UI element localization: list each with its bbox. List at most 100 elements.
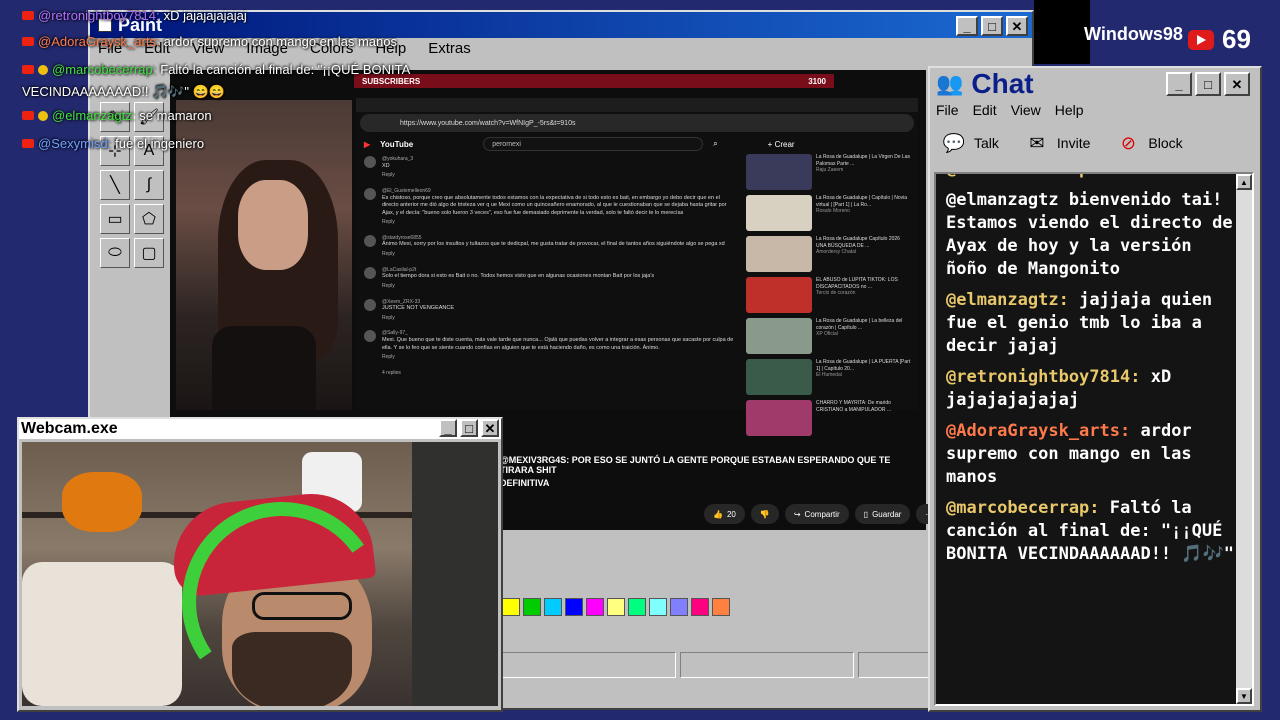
talk-button[interactable]: 💬 Talk xyxy=(942,131,999,155)
palette-swatch[interactable] xyxy=(712,598,730,616)
chat-menu-edit[interactable]: Edit xyxy=(973,102,997,118)
chat-menu-view[interactable]: View xyxy=(1011,102,1041,118)
paint-close-button[interactable]: ✕ xyxy=(1006,16,1028,36)
youtube-icon xyxy=(22,37,34,46)
chat-maximize-button[interactable]: □ xyxy=(1195,72,1221,96)
recommendation-item[interactable]: EL ABUSO de LUPITA TIKTOK: LOS DISCAPACI… xyxy=(746,277,911,313)
chat-messages-panel[interactable]: @marcobecerrap: @elmanzagtz bienvenido t… xyxy=(934,172,1254,706)
comment-user[interactable]: @El_Gustemelleon69 xyxy=(382,188,734,195)
avatar[interactable] xyxy=(364,298,376,311)
recommendation-title[interactable]: La Rosa de Guadalupe | Capítulo | Novia … xyxy=(816,195,911,208)
replies-toggle[interactable]: 4 replies xyxy=(382,370,734,376)
comment-user[interactable]: @LaCasilal-p2t xyxy=(382,267,654,274)
chat-message-user[interactable]: @AdoraGraysk_arts: xyxy=(946,421,1130,441)
create-button[interactable]: + Crear xyxy=(768,140,795,149)
paint-maximize-button[interactable]: □ xyxy=(981,16,1003,36)
browser-url-bar[interactable]: https://www.youtube.com/watch?v=WfNIgP_-… xyxy=(360,114,914,132)
save-button[interactable]: ▯ Guardar xyxy=(854,504,911,524)
video-thumbnail[interactable] xyxy=(746,195,812,231)
reply-button[interactable]: Reply xyxy=(382,219,734,226)
youtube-search-icon[interactable]: ⌕ xyxy=(713,139,717,149)
avatar[interactable] xyxy=(364,234,376,247)
ellipse-tool-icon[interactable]: ⬭ xyxy=(100,238,130,268)
palette-swatch[interactable] xyxy=(628,598,646,616)
webcam-window[interactable]: Webcam.exe _ □ ✕ xyxy=(17,417,503,712)
chat-window[interactable]: 👥 Chat _ □ ✕ File Edit View Help 💬 Talk … xyxy=(928,66,1262,712)
overlay-chat-text: se mamaron xyxy=(139,108,212,123)
line-tool-icon[interactable]: ╲ xyxy=(100,170,130,200)
chat-message-user[interactable]: @retronightboy7814: xyxy=(946,367,1140,387)
reply-button[interactable]: Reply xyxy=(382,283,654,290)
paint-menu-extras[interactable]: Extras xyxy=(428,40,471,57)
dislike-button[interactable]: 👎 xyxy=(750,504,779,524)
comment-user[interactable]: @Sally-97_ xyxy=(382,330,734,337)
palette-swatch[interactable] xyxy=(544,598,562,616)
recommendation-title[interactable]: CHARRO Y MAYRITA: De marido CRISTIANO a … xyxy=(816,400,911,413)
subscribers-label: SUBSCRIBERS xyxy=(362,76,421,86)
youtube-logo-icon[interactable]: ▶ xyxy=(364,140,370,149)
scroll-up-icon[interactable]: ▲ xyxy=(1236,174,1252,190)
chat-menu-help[interactable]: Help xyxy=(1055,102,1084,118)
palette-swatch[interactable] xyxy=(670,598,688,616)
paint-color-palette xyxy=(502,598,730,616)
reply-button[interactable]: Reply xyxy=(382,172,413,179)
avatar[interactable] xyxy=(364,330,376,343)
chat-message-user[interactable]: @elmanzagtz: xyxy=(946,290,1069,310)
palette-swatch[interactable] xyxy=(565,598,583,616)
webcam-titlebar[interactable]: Webcam.exe xyxy=(19,419,501,439)
chat-scrollbar[interactable]: ▲ ▼ xyxy=(1236,174,1252,704)
reply-button[interactable]: Reply xyxy=(382,315,454,322)
recommendation-title[interactable]: La Rosa de Guadalupe | La belleza del co… xyxy=(816,318,911,331)
chat-close-button[interactable]: ✕ xyxy=(1224,72,1250,96)
video-thumbnail[interactable] xyxy=(746,154,812,190)
recommendation-item[interactable]: CHARRO Y MAYRITA: De marido CRISTIANO a … xyxy=(746,400,911,436)
webcam-close-button[interactable]: ✕ xyxy=(481,419,499,437)
palette-swatch[interactable] xyxy=(691,598,709,616)
chat-title-text: Chat xyxy=(971,68,1034,99)
invite-button[interactable]: ✉ Invite xyxy=(1025,131,1090,155)
palette-swatch[interactable] xyxy=(607,598,625,616)
reply-button[interactable]: Reply xyxy=(382,251,725,258)
chat-menu-file[interactable]: File xyxy=(936,102,959,118)
chat-message-user[interactable]: @marcobecerrap: xyxy=(946,174,1100,179)
recommendation-title[interactable]: EL ABUSO de LUPITA TIKTOK: LOS DISCAPACI… xyxy=(816,277,911,290)
palette-swatch[interactable] xyxy=(502,598,520,616)
recommendation-item[interactable]: La Rosa de Guadalupe Capítulo 2026 UNA B… xyxy=(746,236,911,272)
share-button[interactable]: ↪ Compartir xyxy=(784,504,849,524)
video-thumbnail[interactable] xyxy=(746,359,812,395)
recommendation-title[interactable]: La Rosa de Guadalupe | La Virgen De Las … xyxy=(816,154,911,167)
recommendation-item[interactable]: La Rosa de Guadalupe | LA PUERTA [Part 1… xyxy=(746,359,911,395)
block-button[interactable]: ⊘ Block xyxy=(1116,131,1183,155)
webcam-minimize-button[interactable]: _ xyxy=(439,419,457,437)
recommendation-title[interactable]: La Rosa de Guadalupe Capítulo 2026 UNA B… xyxy=(816,236,911,249)
recommendation-title[interactable]: La Rosa de Guadalupe | LA PUERTA [Part 1… xyxy=(816,359,911,372)
webcam-maximize-button[interactable]: □ xyxy=(460,419,478,437)
reply-button[interactable]: Reply xyxy=(382,354,734,361)
avatar[interactable] xyxy=(364,187,376,200)
recommendation-item[interactable]: La Rosa de Guadalupe | Capítulo | Novia … xyxy=(746,195,911,231)
curve-tool-icon[interactable]: ∫ xyxy=(134,170,164,200)
video-thumbnail[interactable] xyxy=(746,400,812,436)
paint-minimize-button[interactable]: _ xyxy=(956,16,978,36)
comments-section: @yokuhara_3 XD Reply @El_Gustemelleon69 Es c… xyxy=(364,156,734,376)
avatar[interactable] xyxy=(364,156,376,168)
polygon-tool-icon[interactable]: ⬠ xyxy=(134,204,164,234)
chat-minimize-button[interactable]: _ xyxy=(1166,72,1192,96)
rounded-rect-tool-icon[interactable]: ▢ xyxy=(134,238,164,268)
recommendation-item[interactable]: La Rosa de Guadalupe | La belleza del co… xyxy=(746,318,911,354)
like-button[interactable]: 👍 20 xyxy=(704,504,745,524)
video-thumbnail[interactable] xyxy=(746,236,812,272)
chat-message-user[interactable]: @marcobecerrap: xyxy=(946,498,1100,518)
video-thumbnail[interactable] xyxy=(746,277,812,313)
comment-user[interactable]: @Xeem_ZRX-33 xyxy=(382,299,454,306)
rectangle-tool-icon[interactable]: ▭ xyxy=(100,204,130,234)
video-thumbnail[interactable] xyxy=(746,318,812,354)
palette-swatch[interactable] xyxy=(649,598,667,616)
youtube-search-input[interactable]: peromexi xyxy=(483,137,704,151)
scroll-down-icon[interactable]: ▼ xyxy=(1236,688,1252,704)
comment-user[interactable]: @yokuhara_3 xyxy=(382,156,413,163)
palette-swatch[interactable] xyxy=(523,598,541,616)
avatar[interactable] xyxy=(364,266,376,279)
recommendation-item[interactable]: La Rosa de Guadalupe | La Virgen De Las … xyxy=(746,154,911,190)
palette-swatch[interactable] xyxy=(586,598,604,616)
